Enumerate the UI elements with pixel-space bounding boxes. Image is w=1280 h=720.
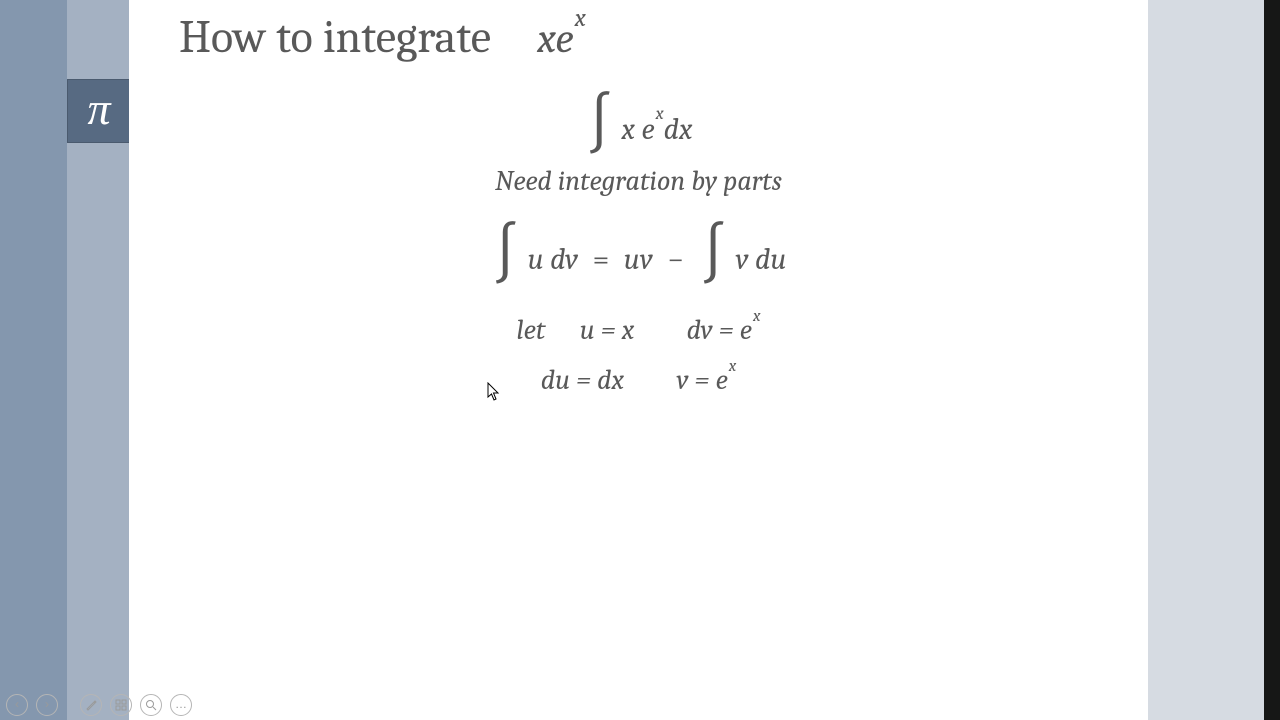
title-math: xex — [501, 14, 586, 63]
integral-sign-icon: ∫ — [491, 217, 521, 289]
pen-icon — [85, 699, 97, 711]
next-slide-button[interactable]: › — [36, 694, 58, 716]
math-line-du-v: du = dx v = ex — [129, 364, 1148, 396]
integral-sign-icon: ∫ — [585, 87, 615, 159]
pi-badge: π — [67, 79, 131, 143]
title-text: How to integrate — [179, 11, 491, 64]
see-all-slides-button[interactable] — [110, 694, 132, 716]
math-line-ibp-formula: ∫ u dv = uv − ∫ v du — [129, 223, 1148, 295]
zoom-button[interactable] — [140, 694, 162, 716]
integral-sign-icon: ∫ — [699, 217, 729, 289]
slide-title: How to integrate xex — [179, 11, 586, 64]
math-line-need-parts: Need integration by parts — [129, 165, 1148, 197]
math-line-let-u-dv: let u = x dv = ex — [129, 314, 1148, 346]
math-line-integral-xe^x: ∫ x exdx — [129, 93, 1148, 165]
sidebar-stripe-dark — [0, 0, 67, 720]
prev-slide-button[interactable]: ‹ — [6, 694, 28, 716]
more-options-button[interactable]: … — [170, 694, 192, 716]
grid-icon — [115, 699, 127, 711]
pen-tool-button[interactable] — [80, 694, 102, 716]
right-margin — [1148, 0, 1264, 720]
right-letterbox — [1264, 0, 1280, 720]
presentation-stage: π How to integrate xex ∫ x exdx Need int… — [0, 0, 1280, 720]
slide-content: How to integrate xex ∫ x exdx Need integ… — [129, 0, 1148, 720]
magnifier-icon — [145, 699, 157, 711]
